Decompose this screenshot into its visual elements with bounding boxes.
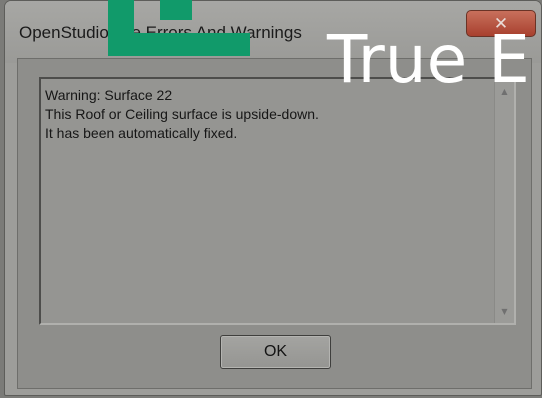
watermark-logo-icon [108,0,250,56]
watermark-logo-dot [160,0,192,20]
vertical-scrollbar[interactable]: ▲ ▼ [494,79,514,323]
ok-button[interactable]: OK [220,335,331,369]
message-line-resolution: It has been automatically fixed. [45,125,238,141]
messages-textbox[interactable]: Warning: Surface 22 This Roof or Ceiling… [39,77,516,325]
message-line-warning: Warning: Surface 22 [45,87,173,103]
scroll-down-icon[interactable]: ▼ [495,302,514,320]
watermark-text: True E [327,21,530,98]
message-line-description: This Roof or Ceiling surface is upside-d… [45,106,319,122]
watermark-logo-stem [108,0,134,56]
message-text: Warning: Surface 22 This Roof or Ceiling… [45,86,319,143]
dialog-client-area: Warning: Surface 22 This Roof or Ceiling… [17,58,532,389]
